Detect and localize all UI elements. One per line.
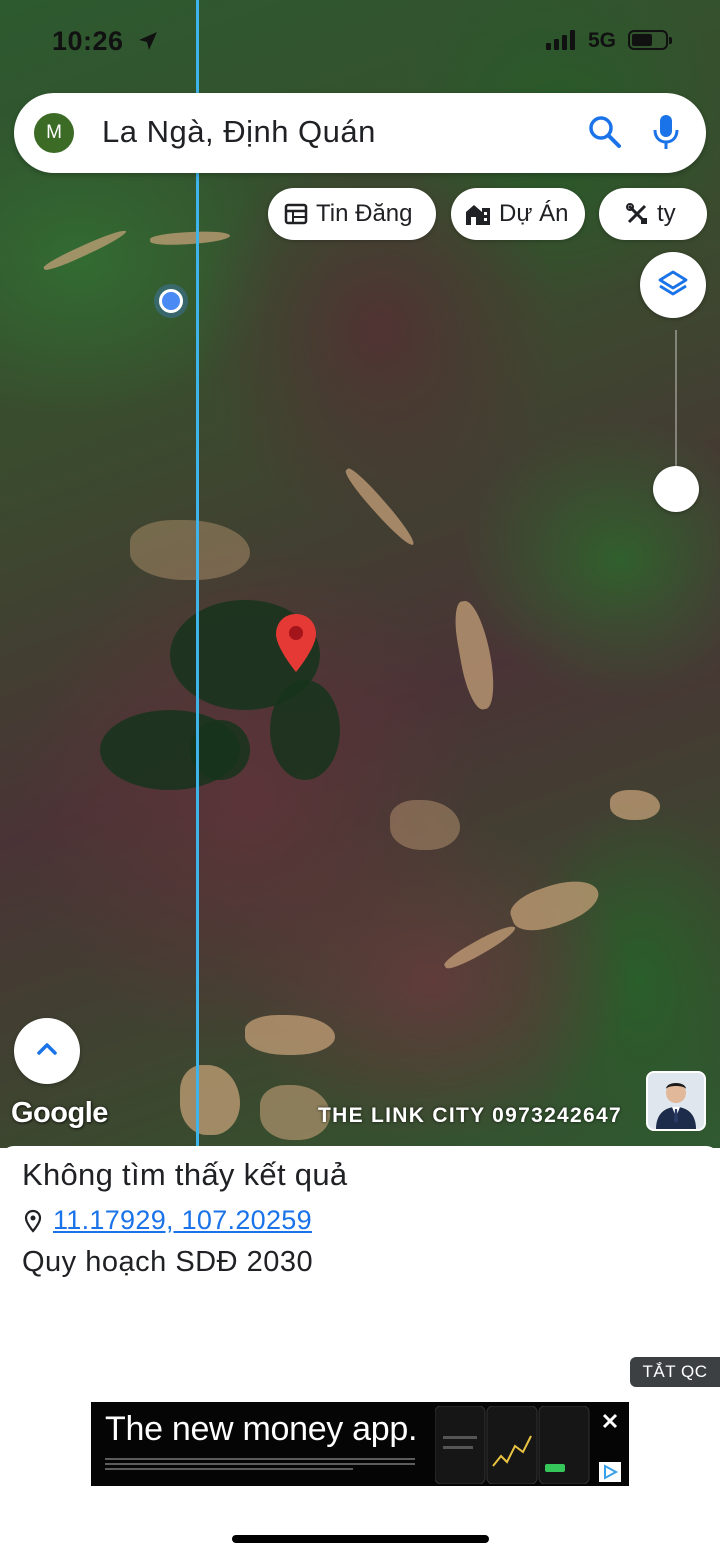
signal-bars-icon	[546, 30, 580, 50]
project-building-icon	[466, 205, 490, 225]
mic-icon[interactable]	[652, 113, 680, 151]
map-terrain	[450, 598, 500, 712]
chip-label: ty	[657, 200, 676, 227]
hide-ads-button[interactable]: TẮT QC	[630, 1357, 720, 1387]
close-icon[interactable]	[601, 1412, 619, 1430]
chip-label: Tin Đăng	[316, 200, 413, 227]
search-icon[interactable]	[588, 115, 622, 149]
ad-phone-image	[435, 1406, 590, 1484]
chip-listings[interactable]: Tin Đăng	[268, 188, 436, 240]
result-title: Không tìm thấy kết quả	[22, 1157, 348, 1192]
chip-projects[interactable]: Dự Án	[451, 188, 585, 240]
search-query[interactable]: La Ngà, Định Quán	[102, 114, 376, 150]
clock: 10:26	[52, 26, 124, 56]
chip-label: Dự Án	[499, 200, 569, 227]
chevron-up-icon	[37, 1043, 57, 1055]
map-terrain	[190, 720, 250, 780]
map-terrain	[149, 229, 231, 247]
account-avatar[interactable]: M	[34, 113, 74, 153]
map-terrain	[270, 680, 340, 780]
ad-banner[interactable]: The new money app.	[91, 1402, 629, 1486]
map-terrain	[42, 226, 128, 274]
location-arrow-icon	[139, 32, 157, 50]
location-pin-icon[interactable]	[274, 612, 318, 674]
home-indicator	[232, 1535, 489, 1543]
map-terrain	[390, 800, 460, 850]
map-terrain	[341, 465, 419, 549]
map-terrain	[610, 790, 660, 820]
pin-outline-icon	[24, 1209, 42, 1233]
battery-icon	[628, 30, 672, 50]
opacity-slider-thumb[interactable]	[653, 466, 699, 512]
search-bar[interactable]: M La Ngà, Định Quán	[14, 93, 706, 173]
network-label: 5G	[588, 29, 617, 52]
chip-tools[interactable]: ty	[599, 188, 707, 240]
status-bar: 10:26 5G	[0, 18, 720, 62]
map-terrain	[441, 920, 519, 974]
expand-up-button[interactable]	[14, 1018, 80, 1084]
coordinates-link[interactable]: 11.17929, 107.20259	[53, 1205, 312, 1236]
layers-icon	[658, 270, 688, 296]
map-terrain	[180, 1065, 240, 1135]
ad-headline: The new money app.	[105, 1410, 418, 1448]
listing-icon	[284, 203, 308, 225]
map-terrain	[505, 870, 605, 940]
ad-fine-print	[105, 1458, 415, 1480]
plan-label: Quy hoạch SDĐ 2030	[22, 1246, 314, 1278]
layers-button[interactable]	[640, 252, 706, 318]
map-terrain	[245, 1015, 335, 1055]
map-terrain	[130, 520, 250, 580]
ad-choices-icon[interactable]	[599, 1462, 621, 1482]
opacity-slider-track	[675, 330, 677, 470]
agent-avatar[interactable]	[646, 1071, 706, 1131]
watermark-text: THE LINK CITY 0973242647	[318, 1104, 622, 1127]
google-attribution: Google	[11, 1097, 108, 1129]
my-location-dot	[154, 284, 188, 318]
tools-icon	[626, 203, 647, 224]
